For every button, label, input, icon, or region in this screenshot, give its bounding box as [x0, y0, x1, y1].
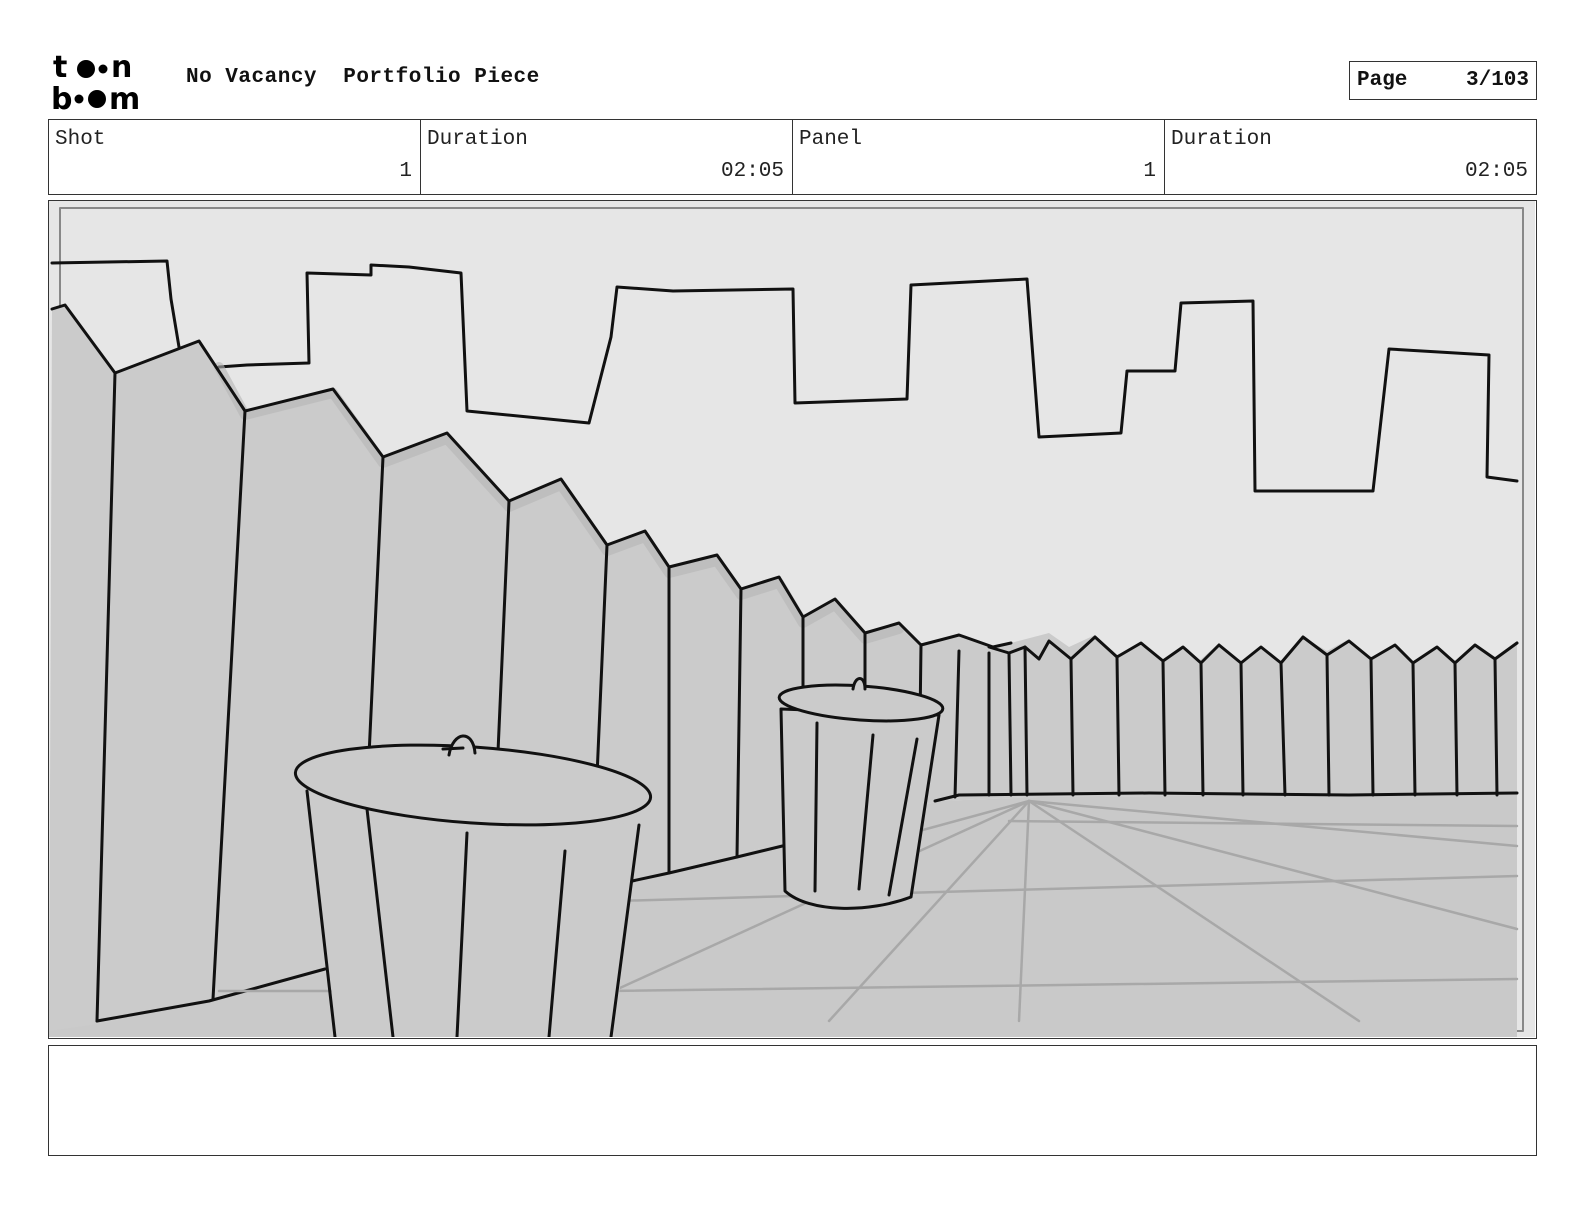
panel-sketch [49, 201, 1535, 1037]
panel-duration-cell: Duration 02:05 [1165, 120, 1536, 194]
panel-notes-box [48, 1045, 1537, 1156]
panel-duration-value: 02:05 [1464, 160, 1528, 183]
shot-info-table: Shot 1 Duration 02:05 Panel 1 Duration 0… [48, 119, 1537, 195]
shot-value: 1 [399, 160, 412, 183]
page-label: Page [1357, 69, 1408, 92]
svg-text:t: t [53, 50, 67, 85]
shot-duration-cell: Duration 02:05 [421, 120, 793, 194]
panel-value: 1 [1143, 160, 1156, 183]
panel-cell: Panel 1 [793, 120, 1165, 194]
svg-text:n: n [111, 50, 132, 85]
page-number: 3/103 [1465, 69, 1529, 92]
shot-label: Shot [55, 128, 106, 151]
page-indicator: Page 3/103 [1349, 61, 1537, 100]
svg-text:b: b [51, 82, 72, 112]
shot-duration-value: 02:05 [720, 160, 784, 183]
shot-cell: Shot 1 [49, 120, 421, 194]
shot-duration-label: Duration [427, 128, 528, 151]
storyboard-panel [48, 200, 1537, 1039]
toon-boom-logo: t n b m [51, 50, 166, 117]
svg-text:m: m [109, 82, 140, 112]
project-title: No Vacancy Portfolio Piece [186, 66, 540, 89]
panel-label: Panel [799, 128, 863, 151]
panel-duration-label: Duration [1171, 128, 1272, 151]
near-trash-can [293, 734, 653, 1037]
